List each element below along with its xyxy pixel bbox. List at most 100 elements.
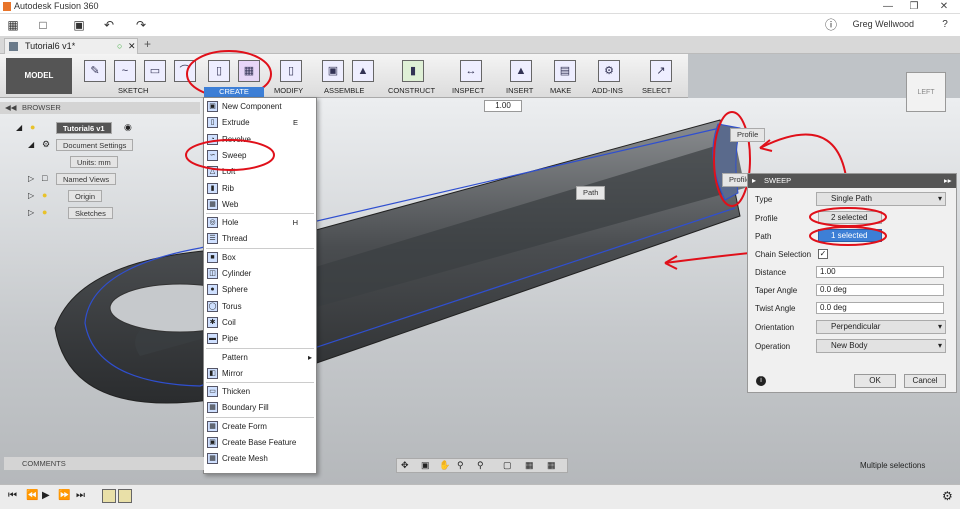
browser-header[interactable]: ◀◀ BROWSER <box>0 102 200 114</box>
go-to-end-icon[interactable]: ⏭ <box>76 490 85 501</box>
new-component-icon[interactable]: ▣ <box>322 60 344 82</box>
joint-icon[interactable]: ▲ <box>352 60 374 82</box>
close-icon[interactable]: ✕ <box>930 0 958 14</box>
toolbar-group-assemble[interactable]: ASSEMBLE <box>324 86 364 95</box>
play-icon[interactable]: ▶ <box>42 490 50 501</box>
grid-icon[interactable]: ▦ <box>525 460 534 471</box>
browser-item-origin[interactable]: Origin <box>68 190 103 202</box>
rectangle-icon[interactable]: ▭ <box>144 60 166 82</box>
apps-grid-icon[interactable]: ▦ <box>4 17 22 33</box>
orientation-select[interactable]: Perpendicular ▾ <box>816 320 946 334</box>
minimize-icon[interactable]: — <box>874 0 902 14</box>
expand-icon[interactable]: ◢ <box>28 140 34 149</box>
step-back-icon[interactable]: ⏪ <box>26 490 38 501</box>
expand-icon[interactable]: ▷ <box>28 174 34 183</box>
restore-icon[interactable]: ❐ <box>900 0 928 14</box>
measure-icon[interactable]: ↔ <box>460 60 482 82</box>
help-question-icon[interactable]: ? <box>936 17 954 33</box>
menu-item-sphere[interactable]: ● Sphere <box>204 281 316 298</box>
toolbar-group-sketch[interactable]: SKETCH <box>118 86 148 95</box>
offset-plane-icon[interactable]: ▮ <box>402 60 424 82</box>
menu-item-box[interactable]: ■ Box <box>204 249 316 266</box>
select-icon[interactable]: ↗ <box>650 60 672 82</box>
browser-item-document-settings[interactable]: Document Settings <box>56 139 134 151</box>
press-pull-icon[interactable]: ▯ <box>280 60 302 82</box>
menu-item-extrude[interactable]: ▯ Extrude E <box>204 114 316 131</box>
visibility-bulb-icon[interactable]: ● <box>42 190 47 200</box>
3d-print-icon[interactable]: ▤ <box>554 60 576 82</box>
view-cube[interactable]: LEFT <box>906 72 946 112</box>
toolbar-group-inspect[interactable]: INSPECT <box>452 86 485 95</box>
expand-dialog-icon[interactable]: ▸▸ <box>944 174 952 188</box>
menu-item-boundary-fill[interactable]: ▦ Boundary Fill <box>204 399 316 416</box>
scale-input[interactable]: 1.00 <box>484 100 522 112</box>
operation-select[interactable]: New Body ▾ <box>816 339 946 353</box>
taper-angle-input[interactable]: 0.0 deg <box>816 284 944 296</box>
chain-selection-checkbox[interactable]: ✓ <box>818 249 828 259</box>
zoom-icon[interactable]: ⚲ <box>457 460 464 471</box>
save-icon[interactable]: ▣ <box>70 17 88 33</box>
file-icon[interactable]: □ <box>34 17 52 33</box>
ok-button[interactable]: OK <box>854 374 896 388</box>
browser-item-named-views[interactable]: Named Views <box>56 173 117 185</box>
expand-icon[interactable]: ▷ <box>28 208 34 217</box>
menu-item-rib[interactable]: ▮ Rib <box>204 180 316 197</box>
undo-icon[interactable]: ↶ <box>100 17 118 33</box>
timeline-sketch-icon[interactable] <box>102 489 116 503</box>
toolbar-group-construct[interactable]: CONSTRUCT <box>388 86 435 95</box>
menu-item-hole[interactable]: ◎ Hole H <box>204 214 316 231</box>
menu-item-pattern[interactable]: Pattern ▸ <box>204 349 316 366</box>
menu-item-thread[interactable]: ☰ Thread <box>204 230 316 247</box>
menu-item-new-component[interactable]: ▣ New Component <box>204 98 316 115</box>
menu-item-create-form[interactable]: ▦ Create Form <box>204 418 316 435</box>
expand-icon[interactable]: ▷ <box>28 191 34 200</box>
look-at-icon[interactable]: ▣ <box>421 460 430 471</box>
create-sketch-icon[interactable]: ✎ <box>84 60 106 82</box>
pan-icon[interactable]: ✋ <box>439 460 450 471</box>
collapse-browser-icon[interactable]: ◀◀ <box>5 102 17 114</box>
menu-item-pipe[interactable]: ▬ Pipe <box>204 330 316 347</box>
menu-item-thicken[interactable]: ▭ Thicken <box>204 383 316 400</box>
menu-item-mirror[interactable]: ◧ Mirror <box>204 365 316 382</box>
redo-icon[interactable]: ↷ <box>132 17 150 33</box>
tab-document[interactable]: Tutorial6 v1* ○ ✕ <box>4 38 138 54</box>
menu-item-create-mesh[interactable]: ▦ Create Mesh <box>204 450 316 467</box>
toolbar-group-select[interactable]: SELECT <box>642 86 671 95</box>
new-tab-icon[interactable]: + <box>144 37 151 51</box>
go-to-start-icon[interactable]: ⏮ <box>8 490 17 501</box>
display-settings-icon[interactable]: ▢ <box>503 460 512 471</box>
browser-item-sketches[interactable]: Sketches <box>68 207 113 219</box>
activate-radio-icon[interactable]: ◉ <box>124 122 132 133</box>
user-menu[interactable]: Greg Wellwood <box>853 19 914 29</box>
menu-item-cylinder[interactable]: ◫ Cylinder <box>204 265 316 282</box>
sweep-header[interactable]: ▸ SWEEP ▸▸ <box>748 174 956 188</box>
menu-item-web[interactable]: ▦ Web <box>204 196 316 213</box>
timeline-settings-icon[interactable]: ⚙ <box>942 489 953 503</box>
toolbar-group-insert[interactable]: INSERT <box>506 86 533 95</box>
orbit-icon[interactable]: ✥ <box>401 460 409 471</box>
fit-icon[interactable]: ⚲ <box>477 460 484 471</box>
browser-root[interactable]: Tutorial6 v1 <box>56 122 112 134</box>
menu-item-create-base-feature[interactable]: ▣ Create Base Feature <box>204 434 316 451</box>
toolbar-group-add-ins[interactable]: ADD-INS <box>592 86 623 95</box>
toolbar-group-make[interactable]: MAKE <box>550 86 571 95</box>
insert-image-icon[interactable]: ▲ <box>510 60 532 82</box>
step-forward-icon[interactable]: ⏩ <box>58 490 70 501</box>
close-tab-icon[interactable]: ✕ <box>128 39 136 53</box>
menu-item-torus[interactable]: ◯ Torus <box>204 298 316 315</box>
timeline-sketch-icon[interactable] <box>118 489 132 503</box>
twist-angle-input[interactable]: 0.0 deg <box>816 302 944 314</box>
viewports-icon[interactable]: ▦ <box>547 460 556 471</box>
browser-item-units[interactable]: Units: mm <box>70 156 118 168</box>
expand-icon[interactable]: ◢ <box>16 123 22 132</box>
visibility-bulb-icon[interactable]: ● <box>42 207 47 217</box>
scripts-icon[interactable]: ⚙ <box>598 60 620 82</box>
distance-input[interactable]: 1.00 <box>816 266 944 278</box>
cancel-button[interactable]: Cancel <box>904 374 946 388</box>
spline-icon[interactable]: ~ <box>114 60 136 82</box>
info-icon[interactable]: i <box>756 376 766 386</box>
workspace-switcher[interactable]: MODEL <box>6 58 72 94</box>
menu-item-coil[interactable]: ✱ Coil <box>204 314 316 331</box>
help-icon[interactable]: ⓘ <box>822 17 840 33</box>
toolbar-group-create[interactable]: CREATE <box>204 87 264 97</box>
